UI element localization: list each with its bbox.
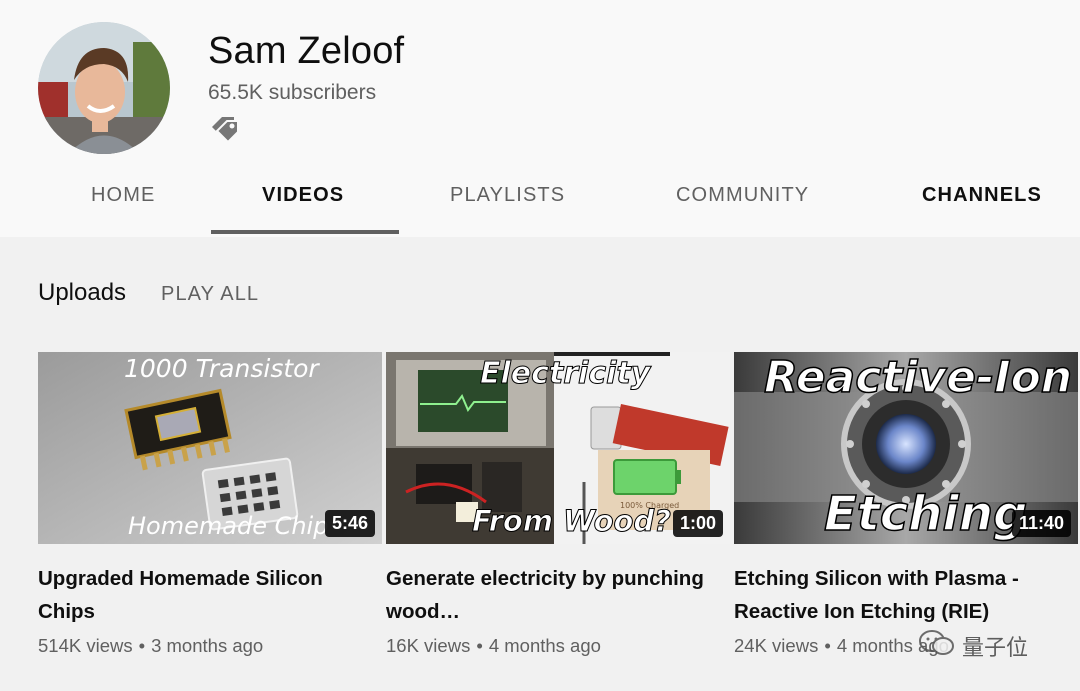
separator-dot: • xyxy=(476,635,483,656)
video-title[interactable]: Generate electricity by punching wood… xyxy=(386,562,706,628)
watermark-text: 量子位 xyxy=(962,635,1029,660)
tag-icon[interactable] xyxy=(208,113,242,144)
thumbnail-caption: 1000 Transistor xyxy=(124,354,319,383)
active-tab-indicator xyxy=(211,230,399,234)
thumbnail-caption: Reactive-Ion xyxy=(763,352,1073,404)
subscriber-count: 65.5K subscribers xyxy=(208,81,377,104)
separator-dot: • xyxy=(138,635,146,656)
video-title[interactable]: Upgraded Homemade Silicon Chips xyxy=(38,562,358,628)
play-all-button[interactable]: PLAY ALL xyxy=(161,283,259,306)
thumbnail-caption: Etching xyxy=(823,485,1028,543)
watermark: 量子位 xyxy=(918,628,1028,664)
video-views: 514K views xyxy=(38,635,133,656)
video-thumbnail[interactable]: 1000 Transistor Homemade Chip 5:46 xyxy=(38,352,382,544)
channel-name: Sam Zeloof xyxy=(208,30,405,72)
section-title: Uploads xyxy=(38,279,127,306)
video-card[interactable]: Reactive-Ion Etching 11:40 Etching Silic… xyxy=(734,352,1078,657)
tab-channels[interactable]: CHANNELS xyxy=(922,184,1042,207)
video-meta: 16K views • 4 months ago xyxy=(386,635,730,657)
video-title[interactable]: Etching Silicon with Plasma - Reactive I… xyxy=(734,562,1054,628)
video-card[interactable]: 1000 Transistor Homemade Chip 5:46 Upgra… xyxy=(38,352,382,657)
video-duration: 1:00 xyxy=(672,510,723,537)
tab-playlists[interactable]: PLAYLISTS xyxy=(450,184,565,207)
thumbnail-caption: From Wood? xyxy=(472,504,672,539)
video-views: 16K views xyxy=(386,635,471,656)
tab-home[interactable]: HOME xyxy=(91,184,155,207)
video-duration: 5:46 xyxy=(324,510,375,537)
video-thumbnail[interactable]: 100% Charged Electricity From Wood? 1:00 xyxy=(386,352,730,544)
video-thumbnail[interactable]: Reactive-Ion Etching 11:40 xyxy=(734,352,1078,544)
tab-community[interactable]: COMMUNITY xyxy=(676,184,809,207)
video-card[interactable]: 100% Charged Electricity From Wood? 1:00… xyxy=(386,352,730,657)
wechat-icon xyxy=(918,628,956,664)
video-age: 3 months ago xyxy=(151,635,264,656)
video-duration: 11:40 xyxy=(1011,510,1071,537)
separator-dot: • xyxy=(824,635,831,656)
tab-videos[interactable]: VIDEOS xyxy=(262,184,344,207)
thumbnail-caption: Homemade Chip xyxy=(128,512,329,540)
channel-tabs: HOME VIDEOS PLAYLISTS COMMUNITY CHANNELS xyxy=(0,160,1080,237)
video-meta: 514K views • 3 months ago xyxy=(38,635,382,657)
channel-avatar[interactable] xyxy=(38,22,170,154)
thumbnail-caption: Electricity xyxy=(479,356,651,392)
channel-header: Sam Zeloof 65.5K subscribers HOME VIDEOS… xyxy=(0,0,1080,237)
video-views: 24K views xyxy=(734,635,819,656)
video-age: 4 months ago xyxy=(488,635,601,656)
